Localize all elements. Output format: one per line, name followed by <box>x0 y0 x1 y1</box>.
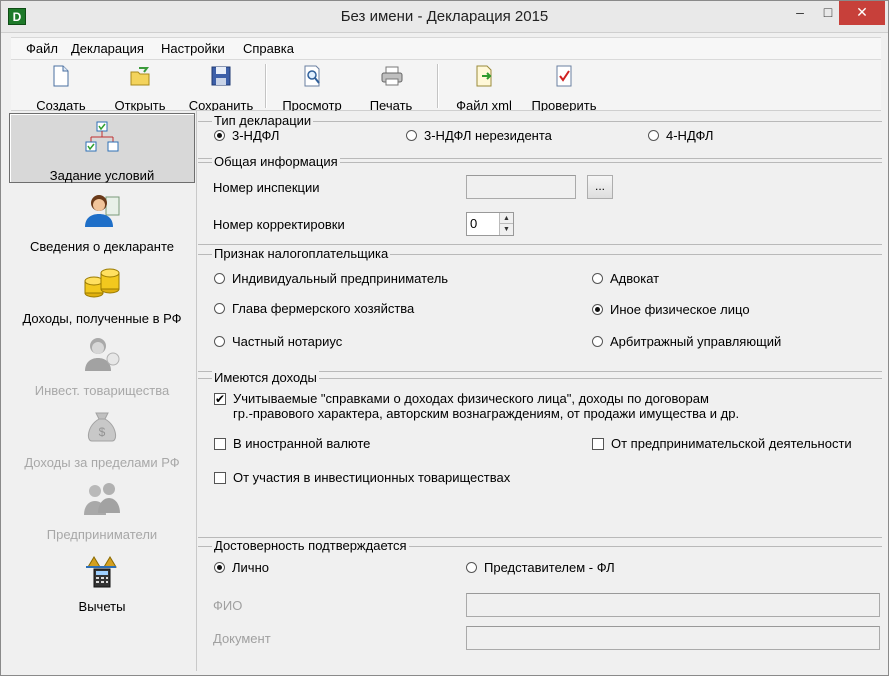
sidebar-item-entrepreneurs[interactable]: Предприниматели <box>9 473 195 543</box>
menu-help[interactable]: Справка <box>241 40 296 57</box>
radio-representative[interactable]: Представителем - ФЛ <box>466 560 615 575</box>
save-button[interactable]: Сохранить <box>185 64 257 113</box>
radio-3ndfl-nonresident[interactable]: 3-НДФЛ нерезидента <box>406 128 552 143</box>
sidebar-item-declarant[interactable]: Сведения о декларанте <box>9 185 195 255</box>
sidebar-item-invest[interactable]: Инвест. товарищества <box>9 329 195 399</box>
main-panel: Тип декларации 3-НДФЛ 3-НДФЛ нерезидента… <box>198 111 882 671</box>
inspection-browse-button[interactable]: ... <box>587 175 613 199</box>
taxpayer-sign-group: Признак налогоплательщика Индивидуальный… <box>198 246 882 372</box>
sidebar-item-income-rf[interactable]: Доходы, полученные в РФ <box>9 257 195 327</box>
document-label: Документ <box>213 631 271 646</box>
create-button[interactable]: Создать <box>31 64 91 113</box>
stepper-buttons: ▲ ▼ <box>499 213 513 235</box>
conditions-tree-icon <box>82 120 122 158</box>
xml-file-button[interactable]: Файл xml <box>449 64 519 113</box>
document-input[interactable] <box>466 626 880 650</box>
group-title: Тип декларации <box>212 113 314 128</box>
investor-icon <box>82 335 122 373</box>
fio-label: ФИО <box>213 598 243 613</box>
inspection-input[interactable] <box>466 175 576 199</box>
radio-dot <box>592 304 603 315</box>
calculator-icon <box>82 551 122 589</box>
menu-settings[interactable]: Настройки <box>159 40 227 57</box>
toolbar-separator <box>437 64 439 108</box>
radio-notary[interactable]: Частный нотариус <box>214 334 342 349</box>
sidebar-item-conditions[interactable]: Задание условий <box>9 113 195 183</box>
checkbox-checked-icon: ✔ <box>214 392 226 406</box>
checkbox <box>214 438 226 450</box>
menu-bar: Файл Декларация Настройки Справка <box>11 37 881 59</box>
radio-other-individual[interactable]: Иное физическое лицо <box>592 302 750 317</box>
entrepreneurs-icon <box>82 479 122 517</box>
open-folder-icon <box>129 64 151 88</box>
confirmation-group: Достоверность подтверждается Лично Предс… <box>198 538 882 671</box>
radio-lawyer[interactable]: Адвокат <box>592 271 659 286</box>
check-investment-partnerships[interactable]: От участия в инвестиционных товарищества… <box>214 470 510 485</box>
inspection-label: Номер инспекции <box>213 180 320 195</box>
radio-dot <box>214 130 225 141</box>
radio-dot <box>592 336 603 347</box>
correction-label: Номер корректировки <box>213 217 345 232</box>
menu-file[interactable]: Файл <box>24 40 60 57</box>
title-bar: D Без имени - Декларация 2015 – □ ✕ <box>1 1 888 33</box>
window-title: Без имени - Декларация 2015 <box>340 8 549 25</box>
toolbar: Создать Открыть Сохранить Просмотр Печат… <box>11 59 881 113</box>
check-foreign-currency[interactable]: В иностранной валюте <box>214 436 370 451</box>
radio-arbitration-manager[interactable]: Арбитражный управляющий <box>592 334 781 349</box>
fio-input[interactable] <box>466 593 880 617</box>
app-window: D Без имени - Декларация 2015 – □ ✕ Файл… <box>0 0 889 676</box>
radio-dot <box>214 273 225 284</box>
correction-value: 0 <box>470 216 478 231</box>
radio-dot <box>406 130 417 141</box>
check-label: Учитываемые "справками о доходах физичес… <box>233 391 709 406</box>
radio-dot <box>592 273 603 284</box>
check-certified-income[interactable]: ✔ Учитываемые "справками о доходах физич… <box>214 391 739 421</box>
radio-dot <box>648 130 659 141</box>
incomes-group: Имеются доходы ✔ Учитываемые "справками … <box>198 370 882 538</box>
radio-farm-head[interactable]: Глава фермерского хозяйства <box>214 301 414 316</box>
radio-dot <box>466 562 477 573</box>
check-label-line2: гр.-правового характера, авторским возна… <box>233 406 740 421</box>
checkbox <box>214 472 226 484</box>
sidebar: Задание условий Сведения о декларанте До… <box>7 111 197 671</box>
print-button[interactable]: Печать <box>361 64 421 113</box>
group-title: Имеются доходы <box>212 370 319 385</box>
sidebar-item-deductions[interactable]: Вычеты <box>9 545 195 615</box>
magnifier-document-icon <box>301 64 323 88</box>
check-business-income[interactable]: От предпринимательской деятельности <box>592 436 852 451</box>
radio-4ndfl[interactable]: 4-НДФЛ <box>648 128 713 143</box>
radio-3ndfl[interactable]: 3-НДФЛ <box>214 128 279 143</box>
svg-text:$: $ <box>99 425 106 439</box>
xml-export-icon <box>473 64 495 88</box>
group-title: Общая информация <box>212 154 340 169</box>
checklist-icon <box>553 64 575 88</box>
close-button[interactable]: ✕ <box>839 1 885 25</box>
radio-dot <box>214 562 225 573</box>
menu-declaration[interactable]: Декларация <box>69 40 146 57</box>
minimize-button[interactable]: – <box>785 1 815 25</box>
radio-dot <box>214 303 225 314</box>
checkbox <box>592 438 604 450</box>
person-document-icon <box>82 191 122 229</box>
toolbar-separator <box>265 64 267 108</box>
coins-icon <box>82 263 122 301</box>
money-bag-icon: $ <box>82 407 122 445</box>
radio-individual-entrepreneur[interactable]: Индивидуальный предприниматель <box>214 271 448 286</box>
new-document-icon <box>50 64 72 88</box>
check-button[interactable]: Проверить <box>527 64 601 113</box>
group-title: Признак налогоплательщика <box>212 246 391 261</box>
sidebar-item-income-abroad[interactable]: $ Доходы за пределами РФ <box>9 401 195 471</box>
correction-stepper[interactable]: 0 ▲ ▼ <box>466 212 514 236</box>
general-info-group: Общая информация Номер инспекции ... Ном… <box>198 154 882 245</box>
printer-icon <box>380 64 403 88</box>
stepper-down-icon[interactable]: ▼ <box>500 224 513 235</box>
preview-button[interactable]: Просмотр <box>277 64 347 113</box>
group-title: Достоверность подтверждается <box>212 538 409 553</box>
radio-personally[interactable]: Лично <box>214 560 269 575</box>
stepper-up-icon[interactable]: ▲ <box>500 213 513 224</box>
floppy-disk-icon <box>210 64 232 88</box>
radio-dot <box>214 336 225 347</box>
open-button[interactable]: Открыть <box>109 64 171 113</box>
